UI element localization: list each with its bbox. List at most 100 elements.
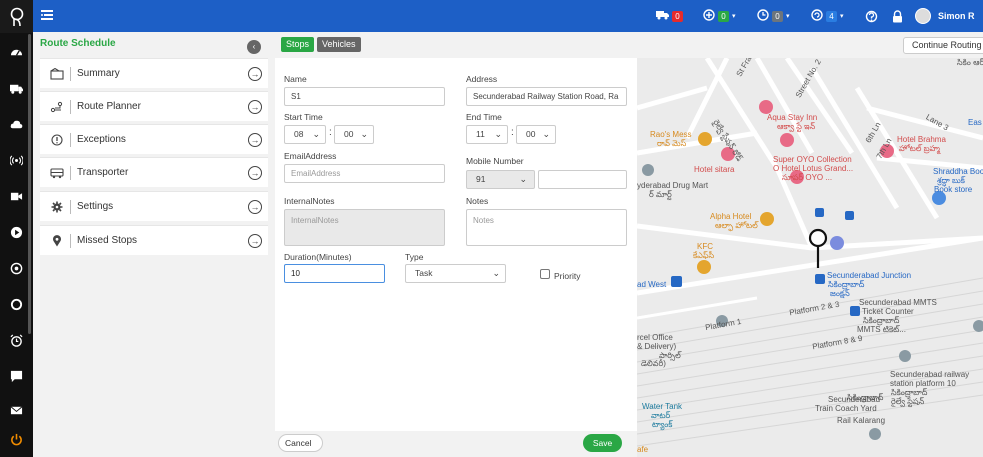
save-button[interactable]: Save — [583, 434, 622, 452]
truck-count-badge: 0 — [672, 10, 683, 22]
nav-item-exceptions[interactable]: Exceptions → — [40, 124, 268, 154]
map-label: Eas — [968, 118, 982, 127]
map-label: Secunderabad MMTS — [859, 298, 937, 307]
nav-item-route-planner[interactable]: Route Planner → — [40, 91, 268, 121]
plus-circle-icon — [703, 9, 715, 23]
play-circle-icon[interactable] — [0, 214, 33, 250]
app-logo[interactable] — [0, 0, 33, 33]
tab-stops[interactable]: Stops — [281, 37, 315, 52]
map-label: సికిం ఆర్ — [957, 58, 983, 67]
end-hour-value: 11 — [476, 129, 485, 139]
map-label: రావ్ మెస్ — [657, 139, 687, 148]
map-label: డెలివరీ) — [641, 359, 666, 368]
priority-label: Priority — [554, 271, 581, 281]
map-label: Shraddha Boo — [933, 167, 983, 176]
arrow-right-circle-icon[interactable]: → — [248, 199, 262, 214]
email-input[interactable]: EmailAddress — [284, 164, 445, 183]
map-label: Secunderabad railway — [890, 370, 970, 379]
nav-item-settings[interactable]: Settings → — [40, 191, 268, 221]
map-label: Rail Kalarang — [837, 416, 886, 425]
address-input[interactable]: Secunderabad Railway Station Road, Ra — [466, 87, 627, 106]
map-label: Hotel sitara — [694, 165, 735, 174]
map-label: సికింద్రాబాద్ — [828, 280, 865, 289]
gear-icon — [46, 201, 68, 213]
map-label: Water Tank — [642, 402, 683, 411]
map-label: జంక్షన్ — [830, 289, 850, 298]
clock-icon — [757, 9, 769, 23]
duration-input[interactable]: 10 — [284, 264, 385, 283]
arrow-right-circle-icon[interactable]: → — [248, 99, 262, 114]
support-icon[interactable] — [865, 8, 878, 24]
country-code-select[interactable]: 91 ⌄ — [466, 170, 535, 189]
cancel-button[interactable]: Cancel — [278, 434, 323, 452]
nav-item-summary[interactable]: Summary → — [40, 58, 268, 88]
mobile-input[interactable] — [538, 170, 627, 189]
chevron-down-icon: ⌄ — [360, 129, 368, 139]
map-label: హోటల్ బ్రహ్మ — [899, 144, 940, 153]
refresh-icon — [811, 9, 823, 23]
lock-icon[interactable] — [892, 8, 903, 24]
nav-label: Transporter — [77, 167, 129, 178]
arrow-right-circle-icon[interactable]: → — [248, 66, 262, 81]
start-minute-select[interactable]: 00 ⌄ — [334, 125, 374, 144]
type-select[interactable]: Task ⌄ — [405, 264, 506, 283]
chevron-down-icon: ▾ — [840, 13, 844, 20]
map-view[interactable]: Aqua Stay Inn ఆక్వా స్టే ఇన్ Rao's Mess … — [637, 58, 983, 457]
map-label: ad West — [637, 280, 667, 289]
duration-label: Duration(Minutes) — [284, 252, 352, 262]
internal-notes-textarea[interactable]: InternalNotes — [284, 209, 445, 246]
chat-icon[interactable] — [0, 358, 33, 394]
map-label: ర్ మార్ట్ — [649, 190, 672, 199]
truck-counter[interactable]: 0 — [656, 8, 683, 24]
start-hour-value: 08 — [294, 129, 304, 139]
arrow-right-circle-icon[interactable]: → — [248, 233, 262, 248]
priority-checkbox[interactable] — [540, 269, 550, 279]
target-icon[interactable] — [0, 250, 33, 286]
speedometer-icon[interactable] — [0, 34, 33, 70]
menu-icon[interactable] — [41, 9, 53, 23]
plus-counter[interactable]: 0 ▾ — [703, 8, 736, 24]
user-menu[interactable]: Simon R — [915, 8, 975, 24]
chevron-down-icon: ⌄ — [492, 268, 500, 278]
panel-title: Route Schedule — [40, 38, 116, 49]
map-label: వాటర్ — [651, 411, 671, 420]
continue-routing-button[interactable]: Continue Routing — [903, 37, 983, 54]
circle-icon[interactable] — [0, 286, 33, 322]
map-label: MMTS టికెట్... — [857, 325, 906, 334]
mobile-label: Mobile Number — [466, 156, 524, 166]
cloud-icon[interactable] — [0, 106, 33, 142]
arrow-right-circle-icon[interactable]: → — [248, 165, 262, 180]
name-input[interactable]: S1 — [284, 87, 445, 106]
map-label: yderabad Drug Mart — [637, 181, 709, 190]
start-time-label: Start Time — [284, 112, 323, 122]
video-icon[interactable] — [0, 178, 33, 214]
nav-label: Exceptions — [77, 134, 126, 145]
clock-counter[interactable]: 0 ▾ — [757, 8, 790, 24]
refresh-counter[interactable]: 4 ▾ — [811, 8, 844, 24]
arrow-right-circle-icon[interactable]: → — [248, 132, 262, 147]
notes-textarea[interactable]: Notes — [466, 209, 627, 246]
map-label: rcel Office — [637, 333, 673, 342]
alarm-icon[interactable] — [0, 322, 33, 358]
clock-count-badge: 0 — [772, 10, 783, 22]
power-icon[interactable] — [0, 421, 33, 457]
truck-icon[interactable] — [0, 70, 33, 106]
sidebar-rail — [0, 0, 33, 457]
map-label: కేఎఫ్‌సీ — [693, 251, 715, 260]
summary-icon — [46, 67, 68, 80]
route-schedule-panel: Route Schedule ‹ Summary → Route Planner… — [33, 32, 275, 457]
end-minute-select[interactable]: 00 ⌄ — [516, 125, 556, 144]
nav-item-transporter[interactable]: Transporter → — [40, 157, 268, 187]
start-hour-select[interactable]: 08 ⌄ — [284, 125, 326, 144]
top-bar: 0 0 ▾ 0 ▾ 4 ▾ Simon R — [33, 0, 983, 32]
map-label: సికింద్రాబాద్ — [891, 388, 928, 397]
signal-icon[interactable] — [0, 142, 33, 178]
chevron-down-icon: ⌄ — [519, 174, 527, 184]
end-hour-select[interactable]: 11 ⌄ — [466, 125, 508, 144]
map-label: సికింద్రాబాద్ — [863, 316, 900, 325]
tab-vehicles[interactable]: Vehicles — [317, 37, 361, 52]
collapse-panel-button[interactable]: ‹ — [247, 40, 261, 54]
nav-item-missed-stops[interactable]: Missed Stops → — [40, 225, 268, 255]
map-label: Train Coach Yard — [815, 404, 877, 413]
internal-notes-label: InternalNotes — [284, 196, 335, 206]
